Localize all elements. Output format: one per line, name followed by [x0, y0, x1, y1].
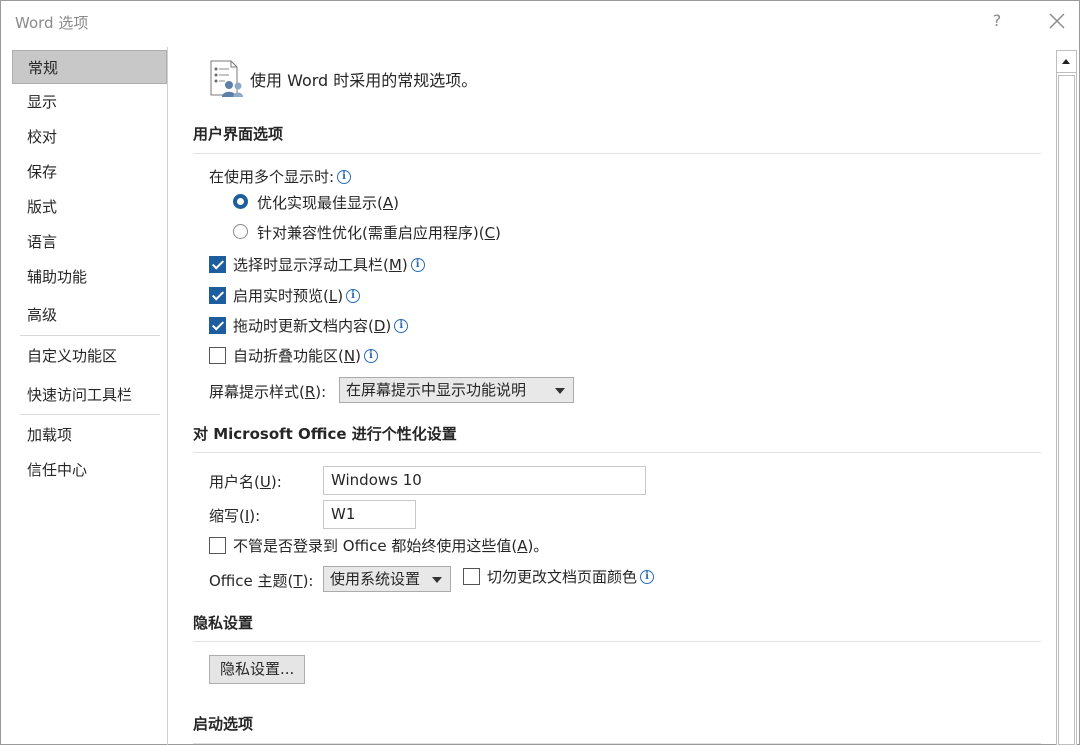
section-divider	[193, 641, 1041, 642]
username-label: 用户名(U):	[209, 473, 282, 491]
sidebar-item-save[interactable]: 保存	[12, 155, 167, 189]
info-icon[interactable]: i	[394, 319, 409, 333]
radio-optimize-compatibility-label[interactable]: 针对兼容性优化(需重启应用程序)(C)	[257, 222, 501, 243]
checkbox-show-mini-toolbar-label[interactable]: 选择时显示浮动工具栏(M) i	[233, 254, 425, 275]
sidebar-item-advanced[interactable]: 高级	[12, 298, 167, 332]
chevron-down-icon	[432, 577, 442, 583]
section-title-startup: 启动选项	[193, 715, 254, 733]
section-divider	[193, 153, 1041, 154]
checkbox-always-use-values-label[interactable]: 不管是否登录到 Office 都始终使用这些值(A)。	[233, 535, 548, 556]
sidebar-item-add-ins[interactable]: 加载项	[12, 418, 167, 452]
initials-label: 缩写(I):	[209, 507, 261, 525]
sidebar-nav: 常规 显示 校对 保存 版式 语言 辅助功能 高级 自定义功能区 快速访问工具栏…	[10, 47, 168, 745]
chevron-down-icon	[555, 388, 565, 394]
arrow-up-icon	[1062, 59, 1070, 64]
checkbox-live-preview-label[interactable]: 启用实时预览(L) i	[233, 285, 361, 306]
section-title-personalize: 对 Microsoft Office 进行个性化设置	[193, 425, 457, 443]
office-theme-dropdown[interactable]: 使用系统设置	[323, 566, 451, 592]
sidebar-separator	[20, 414, 160, 415]
sidebar-item-typography[interactable]: 版式	[12, 190, 167, 224]
checkbox-show-mini-toolbar[interactable]	[209, 256, 226, 273]
vertical-scrollbar[interactable]	[1056, 50, 1077, 745]
office-theme-label: Office 主题(T):	[209, 572, 314, 590]
sidebar-item-general[interactable]: 常规	[12, 50, 167, 84]
section-divider	[193, 743, 1041, 744]
screentip-style-value: 在屏幕提示中显示功能说明	[346, 381, 527, 399]
sidebar-item-language[interactable]: 语言	[12, 225, 167, 259]
dialog-title: Word 选项	[15, 14, 89, 32]
title-bar: Word 选项 ?	[1, 1, 1079, 41]
info-icon[interactable]: i	[410, 258, 425, 272]
options-content: 使用 Word 时采用的常规选项。 用户界面选项 在使用多个显示时: i 优化实现…	[169, 47, 1055, 745]
section-title-ui-options: 用户界面选项	[193, 125, 284, 143]
checkbox-live-preview[interactable]	[209, 287, 226, 304]
info-icon[interactable]: i	[640, 570, 655, 584]
radio-optimize-best-display-label[interactable]: 优化实现最佳显示(A)	[257, 192, 399, 213]
sidebar-separator	[20, 335, 160, 336]
sidebar-item-proofing[interactable]: 校对	[12, 120, 167, 154]
info-icon[interactable]: i	[346, 289, 361, 303]
radio-optimize-best-display[interactable]	[233, 194, 248, 209]
info-icon[interactable]: i	[363, 349, 378, 363]
privacy-settings-button[interactable]: 隐私设置...	[209, 655, 306, 684]
radio-optimize-compatibility[interactable]	[233, 224, 248, 239]
checkbox-update-while-dragging[interactable]	[209, 317, 226, 334]
sidebar-item-display[interactable]: 显示	[12, 85, 167, 119]
screentip-style-dropdown[interactable]: 在屏幕提示中显示功能说明	[339, 377, 574, 403]
screentip-style-label: 屏幕提示样式(R):	[209, 383, 327, 401]
scroll-up-button[interactable]	[1057, 51, 1076, 73]
word-options-dialog: Word 选项 ? 常规 显示 校对 保存 版式 语言 辅助功能 高级 自定义功…	[0, 0, 1080, 745]
checkbox-update-while-dragging-label[interactable]: 拖动时更新文档内容(D) i	[233, 315, 409, 336]
username-input[interactable]: Windows 10	[323, 466, 646, 495]
checkbox-never-change-page-color-label[interactable]: 切勿更改文档页面颜色 i	[487, 566, 655, 587]
checkbox-never-change-page-color[interactable]	[463, 568, 480, 585]
close-button[interactable]	[1045, 9, 1069, 33]
multi-display-label: 在使用多个显示时: i	[209, 166, 352, 187]
sidebar-item-trust-center[interactable]: 信任中心	[12, 453, 167, 487]
initials-input[interactable]: W1	[323, 500, 416, 529]
page-heading: 使用 Word 时采用的常规选项。	[250, 71, 478, 90]
close-icon	[1049, 13, 1065, 29]
checkbox-collapse-ribbon-label[interactable]: 自动折叠功能区(N) i	[233, 345, 378, 366]
sidebar-item-quick-access-toolbar[interactable]: 快速访问工具栏	[12, 378, 167, 412]
info-icon[interactable]: i	[337, 170, 352, 184]
checkbox-collapse-ribbon[interactable]	[209, 347, 226, 364]
sidebar-item-customize-ribbon[interactable]: 自定义功能区	[12, 339, 167, 373]
section-title-privacy: 隐私设置	[193, 614, 254, 632]
sidebar-item-accessibility[interactable]: 辅助功能	[12, 260, 167, 294]
checkbox-always-use-values[interactable]	[209, 537, 226, 554]
help-button[interactable]: ?	[986, 10, 1008, 32]
scroll-thumb[interactable]	[1058, 75, 1075, 745]
office-theme-value: 使用系统设置	[330, 570, 421, 588]
general-options-icon	[210, 60, 243, 97]
section-divider	[193, 452, 1041, 453]
